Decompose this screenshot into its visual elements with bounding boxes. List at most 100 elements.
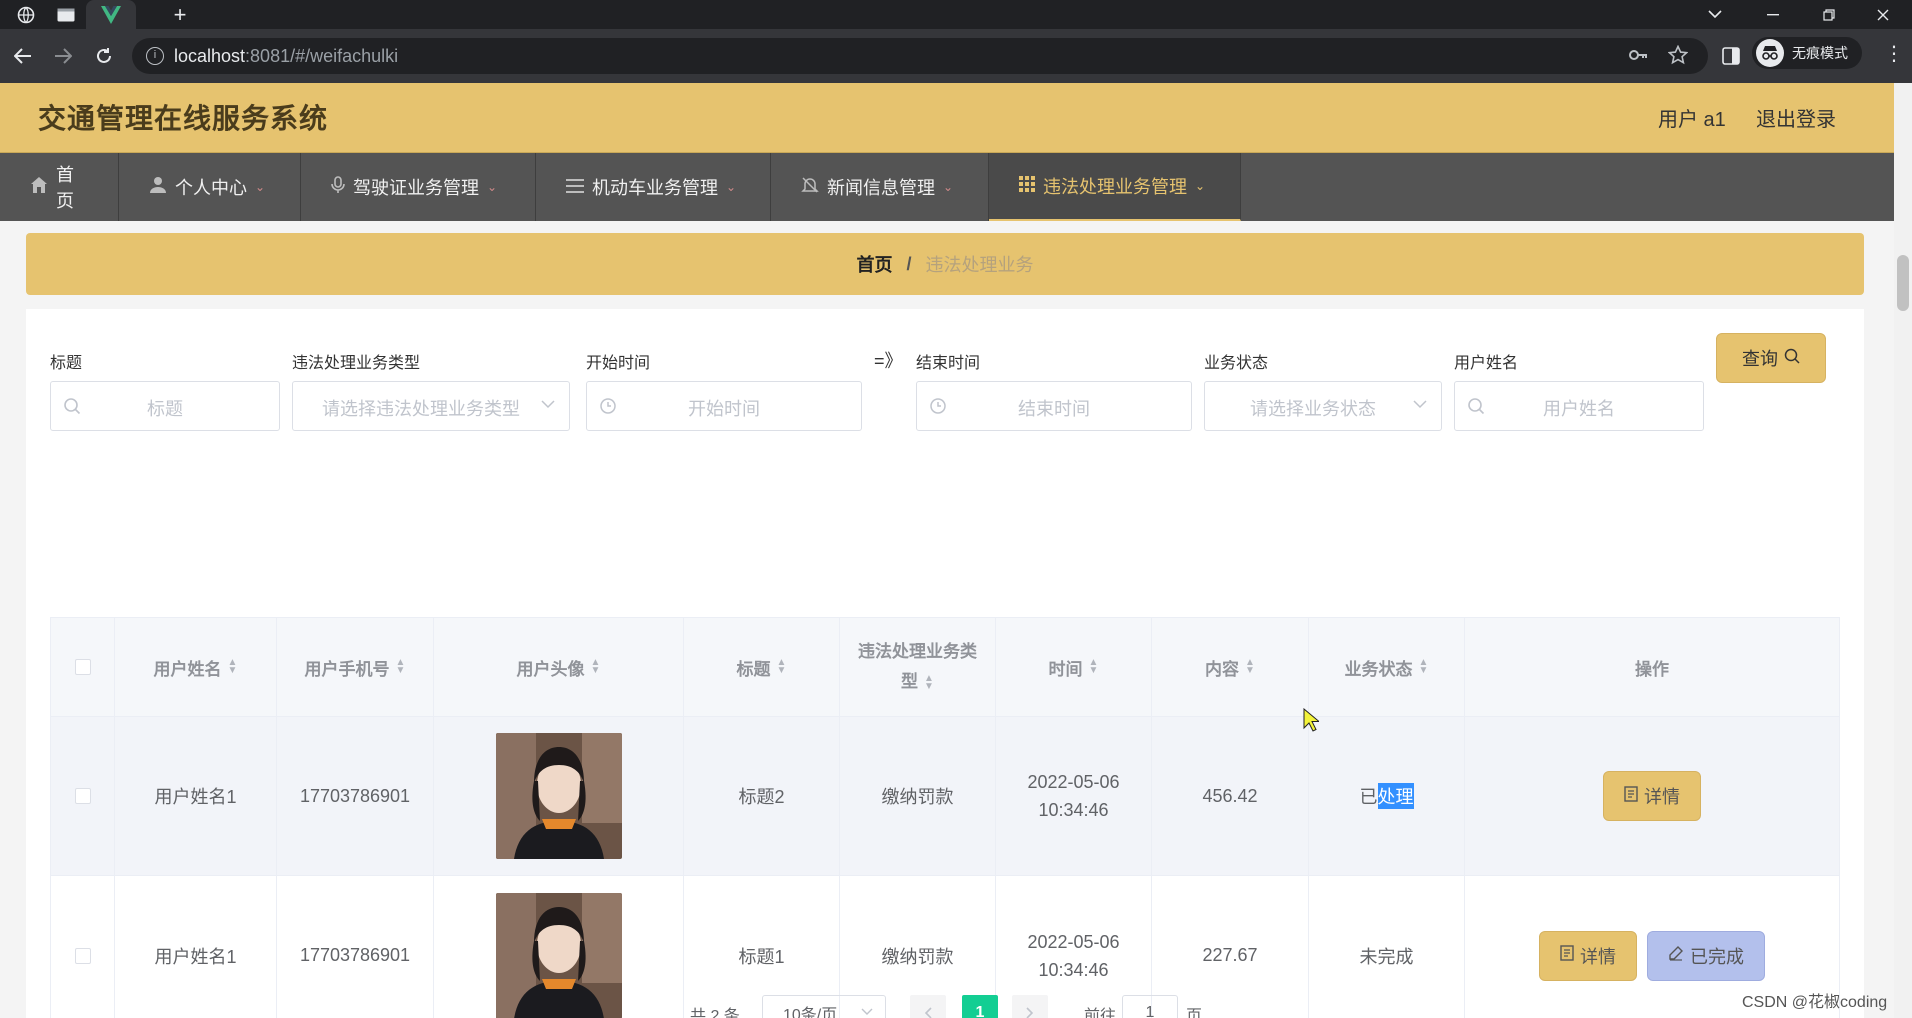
page-size-select[interactable]: 10条/页 <box>762 995 886 1018</box>
title-search-input[interactable]: 标题 <box>50 381 280 431</box>
col-status[interactable]: 业务状态 ▲ ▼ <box>1309 618 1465 716</box>
row-checkbox[interactable] <box>74 947 91 964</box>
col-title[interactable]: 标题 ▲ ▼ <box>684 618 840 716</box>
row-select-cell <box>51 717 115 875</box>
col-actions: 操作 <box>1465 618 1839 716</box>
key-icon[interactable] <box>1628 45 1648 70</box>
goto-page-input[interactable]: 1 <box>1122 995 1178 1018</box>
end-time-picker[interactable]: 结束时间 <box>916 381 1192 431</box>
start-time-picker[interactable]: 开始时间 <box>586 381 862 431</box>
status-cell: 已处理 <box>1309 717 1465 875</box>
status-select[interactable]: 请选择业务状态 <box>1204 381 1442 431</box>
col-content[interactable]: 内容 ▲ ▼ <box>1152 618 1309 716</box>
globe-icon[interactable] <box>6 0 46 29</box>
col-type[interactable]: 违法处理业务类型 ▲ ▼ <box>840 618 996 716</box>
next-page-button[interactable] <box>1012 995 1048 1018</box>
vue-icon[interactable] <box>86 0 136 29</box>
breadcrumb-home[interactable]: 首页 <box>856 251 892 277</box>
detail-label: 详情 <box>1644 787 1680 807</box>
chevron-down-icon: ⌄ <box>943 180 954 194</box>
detail-button[interactable]: 详情 <box>1603 771 1701 821</box>
browser-tab-strip: + <box>0 0 1912 29</box>
row-checkbox[interactable] <box>74 788 91 804</box>
more-menu-icon[interactable]: ⋮ <box>1884 41 1904 66</box>
col-time[interactable]: 时间 ▲ ▼ <box>996 618 1152 716</box>
mouse-cursor-icon <box>1303 707 1321 732</box>
home-icon <box>30 176 48 199</box>
site-header: 交通管理在线服务系统 用户 a1 退出登录 <box>0 83 1894 153</box>
type-select[interactable]: 请选择违法处理业务类型 <box>292 381 570 431</box>
menu-item-license[interactable]: 驾驶证业务管理 ⌄ <box>301 153 536 221</box>
main-menu: 首页 个人中心 ⌄ 驾驶证业务管理 ⌄ 机动车业务管理 ⌄ 新闻信息管理 ⌄ 违… <box>0 153 1894 221</box>
select-all-checkbox[interactable] <box>74 659 91 675</box>
type-cell: 缴纳罚款 <box>840 717 996 875</box>
menu-label: 新闻信息管理 <box>827 178 935 198</box>
side-panel-icon[interactable] <box>1718 43 1744 69</box>
breadcrumb-separator: / <box>906 253 912 274</box>
chevron-down-icon: ⌄ <box>255 180 266 194</box>
column-label: 标题 <box>736 659 771 679</box>
sort-icon[interactable]: ▲ ▼ <box>1419 658 1429 676</box>
back-icon[interactable] <box>10 43 36 69</box>
menu-label: 机动车业务管理 <box>592 178 718 198</box>
actions-cell: 详情 <box>1465 717 1839 875</box>
sort-icon[interactable]: ▲ ▼ <box>591 658 601 676</box>
avatar <box>495 733 622 859</box>
col-username[interactable]: 用户姓名 ▲ ▼ <box>115 618 277 716</box>
close-icon[interactable] <box>1854 0 1912 29</box>
reload-icon[interactable] <box>91 43 117 69</box>
table-row[interactable]: 用户姓名1 17703786901 标题2 缴纳罚款 2022-05-06 10… <box>51 717 1839 876</box>
query-button[interactable]: 查询 <box>1716 333 1826 383</box>
incognito-badge[interactable]: 无痕模式 <box>1752 37 1862 69</box>
url-text: localhost:8081/#/weifachulki <box>174 46 398 67</box>
bell-off-icon <box>801 176 819 199</box>
detail-button[interactable]: 详情 <box>1539 930 1637 981</box>
menu-item-violation[interactable]: 违法处理业务管理 ⌄ <box>989 153 1241 221</box>
page-scrollbar[interactable] <box>1894 83 1912 1018</box>
grid-icon <box>1019 175 1035 197</box>
sort-icon[interactable]: ▲ ▼ <box>1245 658 1255 676</box>
pagination-total: 共 2 条 <box>690 1008 740 1018</box>
sort-icon[interactable]: ▲ ▼ <box>777 658 787 676</box>
menu-item-personal[interactable]: 个人中心 ⌄ <box>119 153 301 221</box>
time-cell: 2022-05-06 10:34:46 <box>996 717 1152 875</box>
chevron-down-icon <box>861 1005 873 1018</box>
site-info-icon[interactable]: i <box>146 47 164 65</box>
col-avatar[interactable]: 用户头像 ▲ ▼ <box>434 618 684 716</box>
restore-icon[interactable] <box>1800 0 1858 29</box>
menu-item-home[interactable]: 首页 <box>0 153 119 221</box>
forward-icon[interactable] <box>50 43 76 69</box>
column-label-text: 违法处理业务类型 <box>858 642 977 691</box>
column-label: 时间 <box>1048 659 1083 679</box>
sort-icon[interactable]: ▲ ▼ <box>924 673 934 691</box>
new-tab-button[interactable]: + <box>160 0 200 29</box>
breadcrumb: 首页 / 违法处理业务 <box>26 233 1864 295</box>
avatar-cell <box>434 717 684 875</box>
page-number-current[interactable]: 1 <box>962 995 998 1018</box>
page-icon[interactable] <box>46 0 86 29</box>
column-label: 内容 <box>1205 659 1240 679</box>
content-cell: 456.42 <box>1152 717 1309 875</box>
scrollbar-thumb[interactable] <box>1897 255 1909 311</box>
menu-item-vehicle[interactable]: 机动车业务管理 ⌄ <box>536 153 771 221</box>
sort-icon[interactable]: ▲ ▼ <box>396 658 406 676</box>
menu-item-news[interactable]: 新闻信息管理 ⌄ <box>771 153 989 221</box>
minimize-icon[interactable] <box>1744 0 1802 29</box>
column-label: 用户头像 <box>516 659 585 679</box>
violation-table: 用户姓名 ▲ ▼ 用户手机号 ▲ ▼ 用户头像 ▲ ▼ 标题 ▲ ▼ 违法处理业务类型 ▲ ▼ 时间… <box>50 617 1840 1018</box>
col-phone[interactable]: 用户手机号 ▲ ▼ <box>277 618 434 716</box>
username-search-input[interactable]: 用户姓名 <box>1454 381 1704 431</box>
chevron-down-icon <box>541 396 555 412</box>
start-time-label: 开始时间 <box>586 355 651 372</box>
sort-icon[interactable]: ▲ ▼ <box>228 658 238 676</box>
tab-search-icon[interactable] <box>1686 0 1744 29</box>
url-field[interactable]: i localhost:8081/#/weifachulki <box>132 38 1708 74</box>
address-bar: i localhost:8081/#/weifachulki 无痕模式 ⋮ <box>0 29 1912 83</box>
sort-icon[interactable]: ▲ ▼ <box>1089 658 1099 676</box>
prev-page-button[interactable] <box>910 995 946 1018</box>
title-filter-label: 标题 <box>50 355 83 372</box>
complete-button[interactable]: 已完成 <box>1647 930 1765 981</box>
logout-link[interactable]: 退出登录 <box>1756 103 1836 132</box>
document-icon <box>1560 945 1574 966</box>
star-icon[interactable] <box>1667 44 1689 70</box>
